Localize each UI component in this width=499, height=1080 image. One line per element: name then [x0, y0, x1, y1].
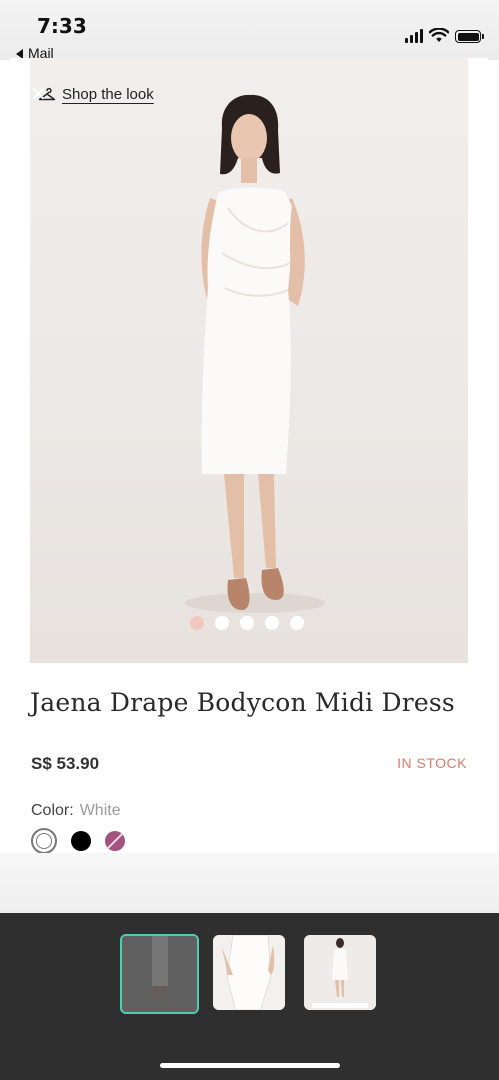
- color-selector-label: Color: White: [31, 802, 121, 820]
- sheet-fade: [0, 853, 499, 913]
- thumbnail-3[interactable]: [304, 935, 376, 1010]
- shop-the-look-link[interactable]: ✕ Shop the look: [30, 84, 154, 106]
- status-bar: 7:33 Mail: [0, 0, 499, 61]
- product-image[interactable]: ✕ Shop the look: [30, 58, 468, 663]
- product-sheet: ✕ Shop the look Jaena Drape Bodycon Midi…: [11, 58, 488, 853]
- gallery-dot[interactable]: [190, 616, 204, 630]
- home-indicator[interactable]: [160, 1063, 340, 1068]
- gallery-pagination: [190, 616, 304, 630]
- color-value: White: [79, 802, 121, 819]
- gallery-dot[interactable]: [215, 616, 229, 630]
- stock-status-badge: IN STOCK: [397, 755, 467, 771]
- shop-the-look-label: Shop the look: [62, 86, 154, 103]
- color-label: Color:: [31, 802, 74, 819]
- color-swatches: [31, 828, 125, 853]
- gallery-dot[interactable]: [240, 616, 254, 630]
- close-icon[interactable]: ✕: [30, 82, 47, 107]
- screenshot-thumbnail-bar: [0, 913, 499, 1080]
- product-price: S$ 53.90: [31, 754, 100, 773]
- status-time: 7:33: [37, 14, 87, 38]
- battery-icon: [455, 30, 484, 43]
- swatch-purple-unavailable[interactable]: [105, 831, 125, 851]
- cellular-signal-icon: [405, 27, 423, 43]
- thumbnail-preview: [122, 936, 197, 1012]
- wifi-icon: [429, 28, 449, 42]
- product-title: Jaena Drape Bodycon Midi Dress: [30, 688, 455, 717]
- thumbnail-1[interactable]: [120, 934, 199, 1014]
- swatch-black[interactable]: [71, 831, 91, 851]
- thumbnail-preview: [213, 935, 285, 1010]
- swatch-white[interactable]: [31, 828, 57, 853]
- status-icons: [405, 25, 484, 43]
- thumbnail-2[interactable]: [213, 935, 285, 1010]
- gallery-dot[interactable]: [290, 616, 304, 630]
- model-photo: [185, 94, 325, 613]
- gallery-dot[interactable]: [265, 616, 279, 630]
- thumbnail-preview: [304, 935, 376, 1010]
